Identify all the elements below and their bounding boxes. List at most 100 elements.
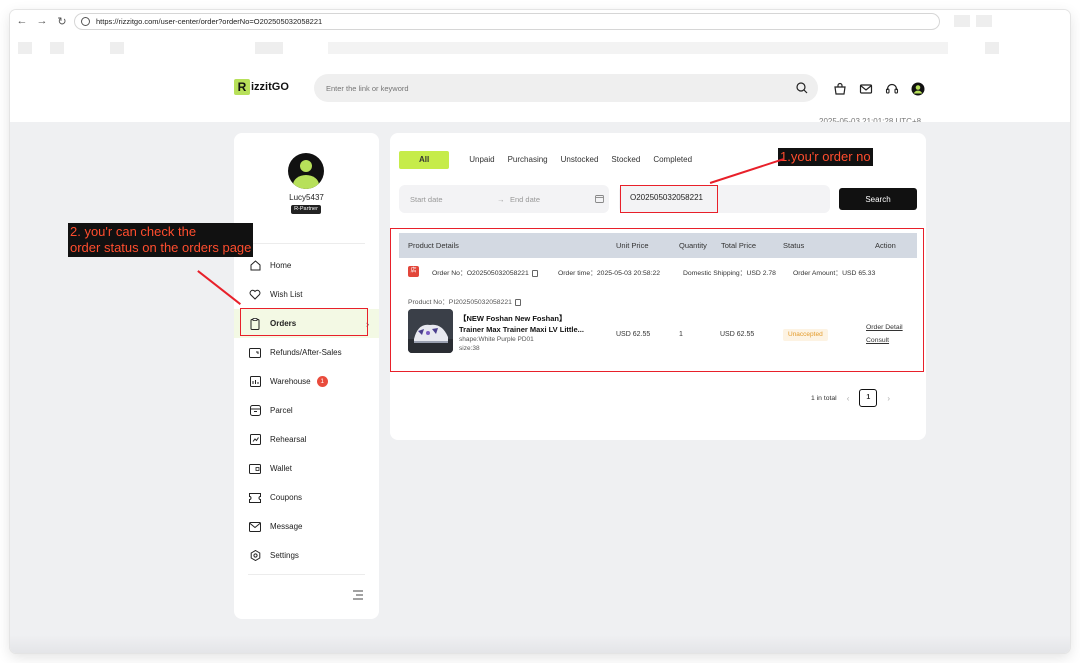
wallet-icon	[249, 463, 261, 475]
warehouse-icon	[249, 376, 261, 388]
date-range-picker[interactable]: Start date → End date	[399, 185, 609, 213]
username: Lucy5437	[289, 193, 324, 202]
page-bottom	[10, 635, 1070, 653]
column-header: Unit Price	[616, 241, 649, 250]
annotation-line: order status on the orders page	[70, 240, 252, 255]
sidebar-item-settings[interactable]: Settings	[234, 541, 379, 570]
sidebar-item-wish-list[interactable]: Wish List	[234, 280, 379, 309]
coupon-icon	[249, 492, 261, 504]
calendar-icon[interactable]	[595, 194, 604, 203]
header-icons	[832, 81, 926, 97]
tab-unpaid[interactable]: Unpaid	[469, 151, 494, 169]
sidebar-item-rehearsal[interactable]: Rehearsal	[234, 425, 379, 454]
product-number: Product No：PI202505032058221	[408, 296, 521, 306]
url-text: https://rizzitgo.com/user-center/order?o…	[96, 17, 323, 26]
sidebar-item-warehouse[interactable]: Warehouse 1	[234, 367, 379, 396]
page-1-button[interactable]: 1	[859, 389, 878, 407]
order-detail-link[interactable]: Order Detail	[866, 324, 903, 331]
annotation-order-no: 1.you'r order no	[778, 148, 873, 166]
tab-unstocked[interactable]: Unstocked	[561, 151, 599, 169]
bookmark-placeholder	[50, 42, 64, 54]
divider	[248, 574, 365, 575]
sidebar-item-label: Home	[270, 261, 292, 270]
end-date-field[interactable]: End date	[510, 195, 540, 204]
tab-completed[interactable]: Completed	[653, 151, 692, 169]
quantity: 1	[679, 331, 683, 338]
site-info-icon[interactable]	[81, 17, 90, 26]
bookmark-placeholder	[255, 42, 283, 54]
domestic-shipping: Domestic Shipping：USD 2.78	[683, 270, 776, 277]
bookmarks-bar	[10, 40, 1070, 56]
rehearsal-icon	[249, 434, 261, 446]
sidebar-item-home[interactable]: Home	[234, 251, 379, 280]
forward-icon[interactable]: →	[34, 13, 50, 29]
tab-all[interactable]: All	[399, 151, 450, 169]
support-icon[interactable]	[884, 81, 900, 97]
refund-icon	[249, 347, 261, 359]
column-header: Product Details	[408, 241, 459, 250]
sidebar-item-refunds[interactable]: Refunds/After-Sales	[234, 338, 379, 367]
site-logo[interactable]: R izzitGO	[234, 79, 289, 95]
search-input[interactable]	[326, 83, 766, 93]
total-count: 1 in total	[811, 394, 837, 402]
bookmark-placeholder	[985, 42, 999, 54]
pagination: 1 in total ‹ 1 ›	[811, 389, 890, 407]
address-bar[interactable]: https://rizzitgo.com/user-center/order?o…	[74, 13, 940, 30]
site-search	[314, 74, 818, 102]
order-number-input[interactable]	[630, 193, 810, 202]
prev-page-button[interactable]: ‹	[847, 394, 850, 403]
order-time: Order time：2025-05-03 20:58:22	[558, 270, 661, 277]
column-header: Status	[783, 241, 805, 250]
avatar[interactable]	[288, 153, 324, 189]
search-button[interactable]: Search	[839, 188, 917, 210]
column-header: Action	[875, 241, 896, 250]
product-title-line1: 【NEW Foshan New Foshan】	[459, 314, 567, 323]
order-amount: Order Amount：USD 65.33	[793, 270, 876, 277]
copy-icon[interactable]	[531, 269, 538, 277]
column-header: Quantity	[679, 241, 707, 250]
sidebar-item-wallet[interactable]: Wallet	[234, 454, 379, 483]
next-page-button[interactable]: ›	[887, 394, 890, 403]
gear-icon	[249, 550, 261, 562]
product-title[interactable]: 【NEW Foshan New Foshan】 Trainer Max Trai…	[459, 313, 601, 335]
order-number-field	[619, 185, 830, 213]
start-date-field[interactable]: Start date	[410, 195, 443, 204]
tab-stocked[interactable]: Stocked	[611, 151, 640, 169]
sidebar-item-orders[interactable]: Orders ›	[234, 309, 379, 338]
total-price: USD 62.55	[720, 331, 755, 338]
divider	[248, 243, 365, 244]
account-avatar-icon[interactable]	[910, 81, 926, 97]
order-number: Order No：O202505032058221	[432, 267, 538, 277]
consult-link[interactable]: Consult	[866, 337, 889, 344]
tab-purchasing[interactable]: Purchasing	[508, 151, 548, 169]
warehouse-count-badge: 1	[316, 376, 328, 387]
sidebar-item-coupons[interactable]: Coupons	[234, 483, 379, 512]
bookmark-placeholder	[110, 42, 124, 54]
back-icon[interactable]: ←	[14, 13, 30, 29]
bookmark-placeholder	[18, 42, 32, 54]
sidebar-menu: Home Wish List Orders › Refunds/After-Sa…	[234, 251, 379, 570]
table-header: Product Details Unit Price Quantity Tota…	[399, 233, 917, 258]
toolbar-placeholder	[954, 15, 970, 27]
annotation-line: 2. you'r can check the	[70, 224, 197, 239]
bookmark-placeholder	[328, 42, 948, 54]
sidebar-item-label: Orders	[270, 319, 297, 328]
logo-mark: R	[234, 79, 250, 95]
column-header: Total Price	[721, 241, 757, 250]
logo-text: izzitGO	[251, 81, 289, 93]
heart-icon	[249, 289, 261, 301]
sidebar-item-message[interactable]: Message	[234, 512, 379, 541]
product-thumbnail[interactable]	[408, 309, 453, 353]
sidebar-item-parcel[interactable]: Parcel	[234, 396, 379, 425]
orders-panel: All Unpaid Purchasing Unstocked Stocked …	[390, 133, 926, 440]
order-status-tabs: All Unpaid Purchasing Unstocked Stocked …	[399, 151, 705, 169]
range-arrow-icon: →	[497, 194, 505, 204]
search-icon[interactable]	[796, 82, 808, 94]
cart-icon[interactable]	[832, 81, 848, 97]
mail-icon[interactable]	[858, 81, 874, 97]
reload-icon[interactable]: ↻	[54, 13, 70, 29]
collapse-menu-icon[interactable]	[352, 590, 364, 600]
copy-icon[interactable]	[514, 298, 521, 306]
product-shape: shape:White Purple PD01	[459, 336, 534, 343]
sidebar-item-label: Parcel	[270, 406, 293, 415]
